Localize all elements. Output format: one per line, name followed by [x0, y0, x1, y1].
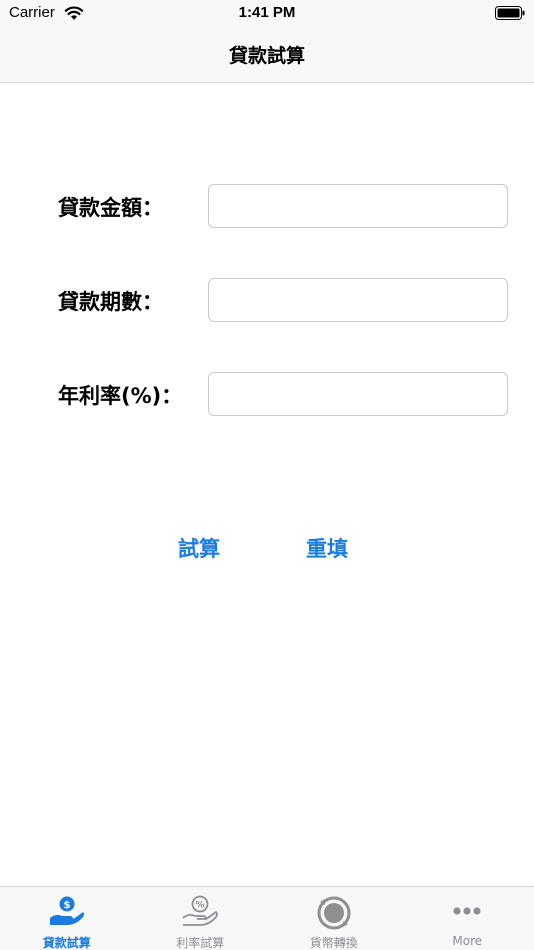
interest-hand-percent-icon: % — [182, 895, 219, 926]
page-title: 貸款試算 — [228, 45, 305, 67]
tab-label: 貨幣轉換 — [309, 936, 358, 950]
loan-amount-input[interactable] — [208, 184, 508, 228]
tab-label: More — [452, 934, 483, 948]
loan-hand-coin-icon: $ — [49, 896, 84, 925]
annual-rate-row: 年利率(%)： — [0, 372, 534, 416]
loan-amount-row: 貸款金額： — [0, 184, 534, 228]
calculate-button[interactable]: 試算 — [178, 533, 220, 563]
status-bar: Carrier 1:41 PM — [0, 0, 534, 28]
currency-exchange-icon — [317, 896, 351, 930]
reset-button[interactable]: 重填 — [306, 533, 348, 563]
svg-text:$: $ — [63, 900, 70, 911]
loan-amount-label: 貸款金額： — [58, 196, 163, 220]
loan-period-row: 貸款期數： — [0, 278, 534, 322]
loan-period-label: 貸款期數： — [58, 290, 163, 314]
navigation-bar: 貸款試算 — [0, 28, 534, 83]
tab-bar: $ 貸款試算 % 利率試算 貨幣轉換 More — [0, 886, 534, 950]
tab-interest-calculator[interactable]: % 利率試算 — [134, 887, 268, 950]
tab-loan-calculator[interactable]: $ 貸款試算 — [0, 887, 134, 950]
tab-more[interactable]: More — [401, 887, 534, 950]
tab-label: 利率試算 — [176, 936, 225, 950]
battery-icon — [495, 6, 525, 20]
tab-currency-exchange[interactable]: 貨幣轉換 — [267, 887, 401, 950]
more-dots-icon — [453, 907, 481, 915]
annual-rate-label: 年利率(%)： — [58, 384, 183, 408]
annual-rate-input[interactable] — [208, 372, 508, 416]
loan-period-input[interactable] — [208, 278, 508, 322]
svg-text:%: % — [196, 901, 205, 911]
status-time: 1:41 PM — [238, 4, 296, 21]
tab-label: 貸款試算 — [42, 936, 91, 950]
